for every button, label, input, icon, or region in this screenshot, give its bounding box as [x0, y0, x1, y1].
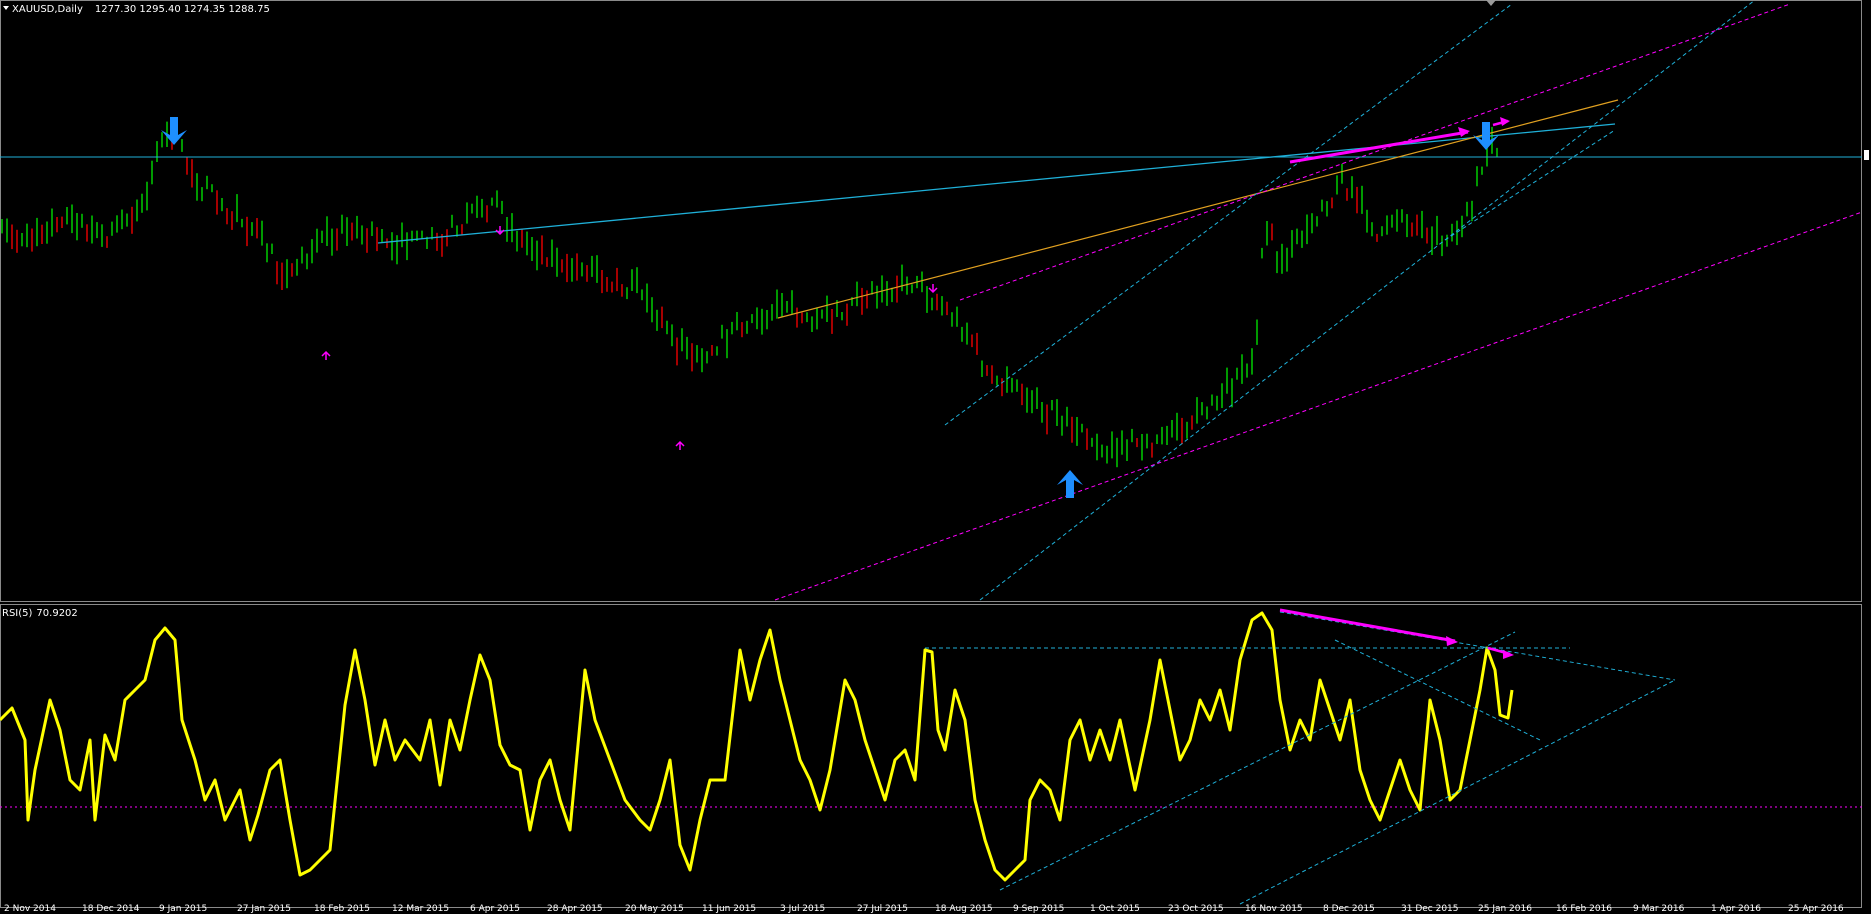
time-axis-label: 27 Jan 2015: [237, 904, 291, 914]
time-axis-label: 9 Sep 2015: [1013, 904, 1065, 914]
time-axis: 2 Nov 2014 18 Dec 2014 9 Jan 2015 27 Jan 20…: [0, 904, 1862, 914]
time-axis-label: 25 Jan 2016: [1478, 904, 1532, 914]
time-axis-label: 31 Dec 2015: [1401, 904, 1459, 914]
chart-canvas: [0, 0, 1863, 905]
time-axis-label: 18 Feb 2015: [314, 904, 371, 914]
time-axis-label: 20 May 2015: [625, 904, 684, 914]
sell-signal-arrow-icon: [161, 117, 187, 145]
buy-signal-arrow-icon: [1057, 470, 1083, 498]
arrow-head-icon: [1458, 127, 1470, 137]
time-axis-label: 18 Dec 2014: [82, 904, 140, 914]
rsi-line: [0, 611, 1514, 882]
upper-channel-line: [944, 3, 1513, 426]
fractal-up-arrow-icon: [675, 440, 685, 450]
time-axis-label: 2 Nov 2014: [4, 904, 56, 914]
magenta-channel-upper: [959, 3, 1791, 301]
arrow-head-icon: [1500, 117, 1510, 126]
indicator-header: RSI(5) 70.9202: [2, 608, 78, 619]
symbol-header: XAUUSD,Daily 1277.30 1295.40 1274.35 1288…: [3, 4, 270, 15]
time-axis-label: 16 Nov 2015: [1245, 904, 1303, 914]
fractal-down-arrow-icon: [495, 226, 505, 236]
time-axis-label: 9 Jan 2015: [159, 904, 208, 914]
time-axis-label: 25 Apr 2016: [1788, 904, 1844, 914]
indicator-name: RSI(5): [2, 608, 33, 619]
symbol-label: XAUUSD,Daily: [12, 4, 83, 15]
fractal-up-arrow-icon: [321, 350, 331, 360]
indicator-value: 70.9202: [36, 608, 78, 619]
time-axis-label: 27 Jul 2015: [857, 904, 908, 914]
resistance-trendline: [377, 123, 1616, 244]
support-channel-line: [1444, 129, 1616, 241]
time-axis-label: 3 Jul 2015: [780, 904, 826, 914]
time-axis-label: 28 Apr 2015: [547, 904, 603, 914]
time-axis-label: 18 Aug 2015: [935, 904, 993, 914]
ohlc-values: 1277.30 1295.40 1274.35 1288.75: [94, 4, 270, 15]
shift-marker-icon[interactable]: [1486, 0, 1496, 6]
collapse-triangle-icon[interactable]: [3, 6, 9, 10]
time-axis-label: 8 Dec 2015: [1323, 904, 1375, 914]
magenta-channel-lower: [774, 211, 1863, 601]
time-axis-label: 1 Oct 2015: [1090, 904, 1140, 914]
rsi-upper-triangle-line: [1279, 611, 1676, 681]
time-axis-label: 16 Feb 2016: [1556, 904, 1613, 914]
time-axis-label: 1 Apr 2016: [1711, 904, 1761, 914]
price-scale-handle[interactable]: [1864, 150, 1869, 160]
time-axis-label: 23 Oct 2015: [1168, 904, 1224, 914]
arrow-head-icon: [1446, 636, 1458, 646]
chart-window[interactable]: XAUUSD,Daily 1277.30 1295.40 1274.35 1288…: [0, 0, 1871, 914]
time-axis-label: 9 Mar 2016: [1633, 904, 1685, 914]
rsi-divergence-arrow: [1279, 608, 1456, 643]
rsi-rising-line: [999, 631, 1516, 891]
time-axis-label: 6 Apr 2015: [470, 904, 520, 914]
lower-channel-line: [979, 0, 1756, 601]
time-axis-label: 11 Jun 2015: [702, 904, 757, 914]
fractal-down-arrow-icon: [928, 284, 938, 294]
time-axis-label: 12 Mar 2015: [392, 904, 450, 914]
